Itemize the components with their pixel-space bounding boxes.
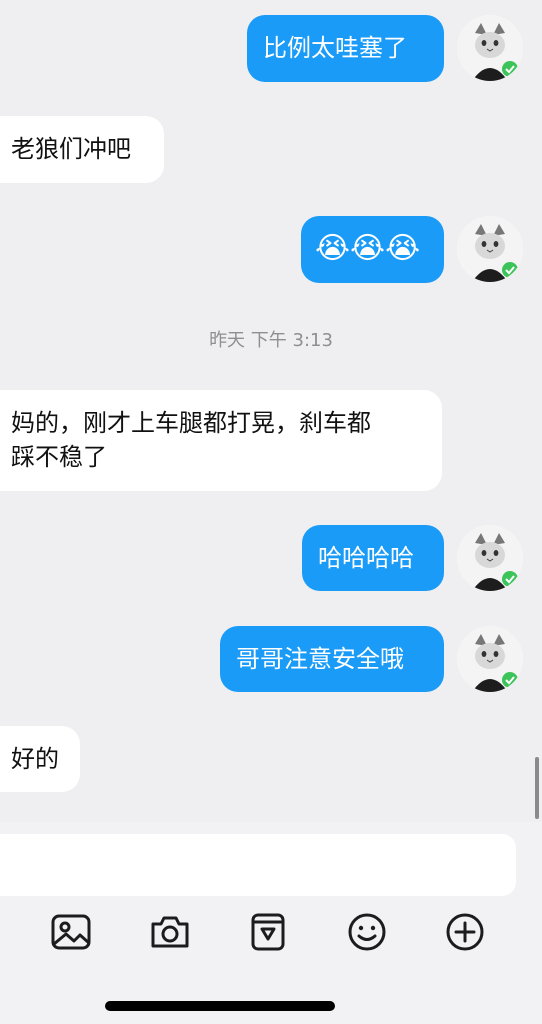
cat-avatar-icon <box>457 626 523 692</box>
image-icon[interactable] <box>49 910 93 954</box>
avatar[interactable] <box>457 15 523 81</box>
avatar[interactable] <box>457 626 523 692</box>
crying-emoji-icon: 😭😭😭 <box>315 231 421 266</box>
message-text: 老狼们冲吧 <box>11 135 131 163</box>
incoming-message-bubble[interactable]: 妈的，刚才上车腿都打晃，刹车都 踩不稳了 <box>0 390 442 491</box>
outgoing-message-bubble[interactable]: 比例太哇塞了 <box>247 15 444 82</box>
sticker-icon[interactable] <box>246 910 290 954</box>
chat-screen: 比例太哇塞了 老狼们冲吧 😭😭😭 昨天 下午 3:13 妈的，刚才上车腿都打晃，… <box>0 0 542 1024</box>
message-input[interactable] <box>0 834 516 896</box>
outgoing-message-bubble[interactable]: 哥哥注意安全哦 <box>220 626 444 692</box>
message-text: 比例太哇塞了 <box>263 34 407 62</box>
message-text-line: 踩不稳了 <box>11 443 107 471</box>
cat-avatar-icon <box>457 216 523 282</box>
message-text: 好的 <box>11 745 59 773</box>
home-indicator <box>105 1001 335 1011</box>
message-text-line: 妈的，刚才上车腿都打晃，刹车都 <box>11 409 371 437</box>
avatar[interactable] <box>457 216 523 282</box>
avatar[interactable] <box>457 525 523 591</box>
emoji-icon[interactable] <box>345 910 389 954</box>
scrollbar[interactable] <box>535 757 539 819</box>
plus-icon[interactable] <box>443 910 487 954</box>
camera-icon[interactable] <box>148 910 192 954</box>
timestamp: 昨天 下午 3:13 <box>209 330 333 351</box>
incoming-message-bubble[interactable]: 好的 <box>0 726 80 792</box>
message-text: 哈哈哈哈 <box>318 544 414 572</box>
outgoing-emoji-bubble[interactable]: 😭😭😭 <box>301 216 444 283</box>
outgoing-message-bubble[interactable]: 哈哈哈哈 <box>302 525 444 591</box>
incoming-message-bubble[interactable]: 老狼们冲吧 <box>0 116 164 183</box>
cat-avatar-icon <box>457 525 523 591</box>
cat-avatar-icon <box>457 15 523 81</box>
message-text: 哥哥注意安全哦 <box>236 645 404 673</box>
